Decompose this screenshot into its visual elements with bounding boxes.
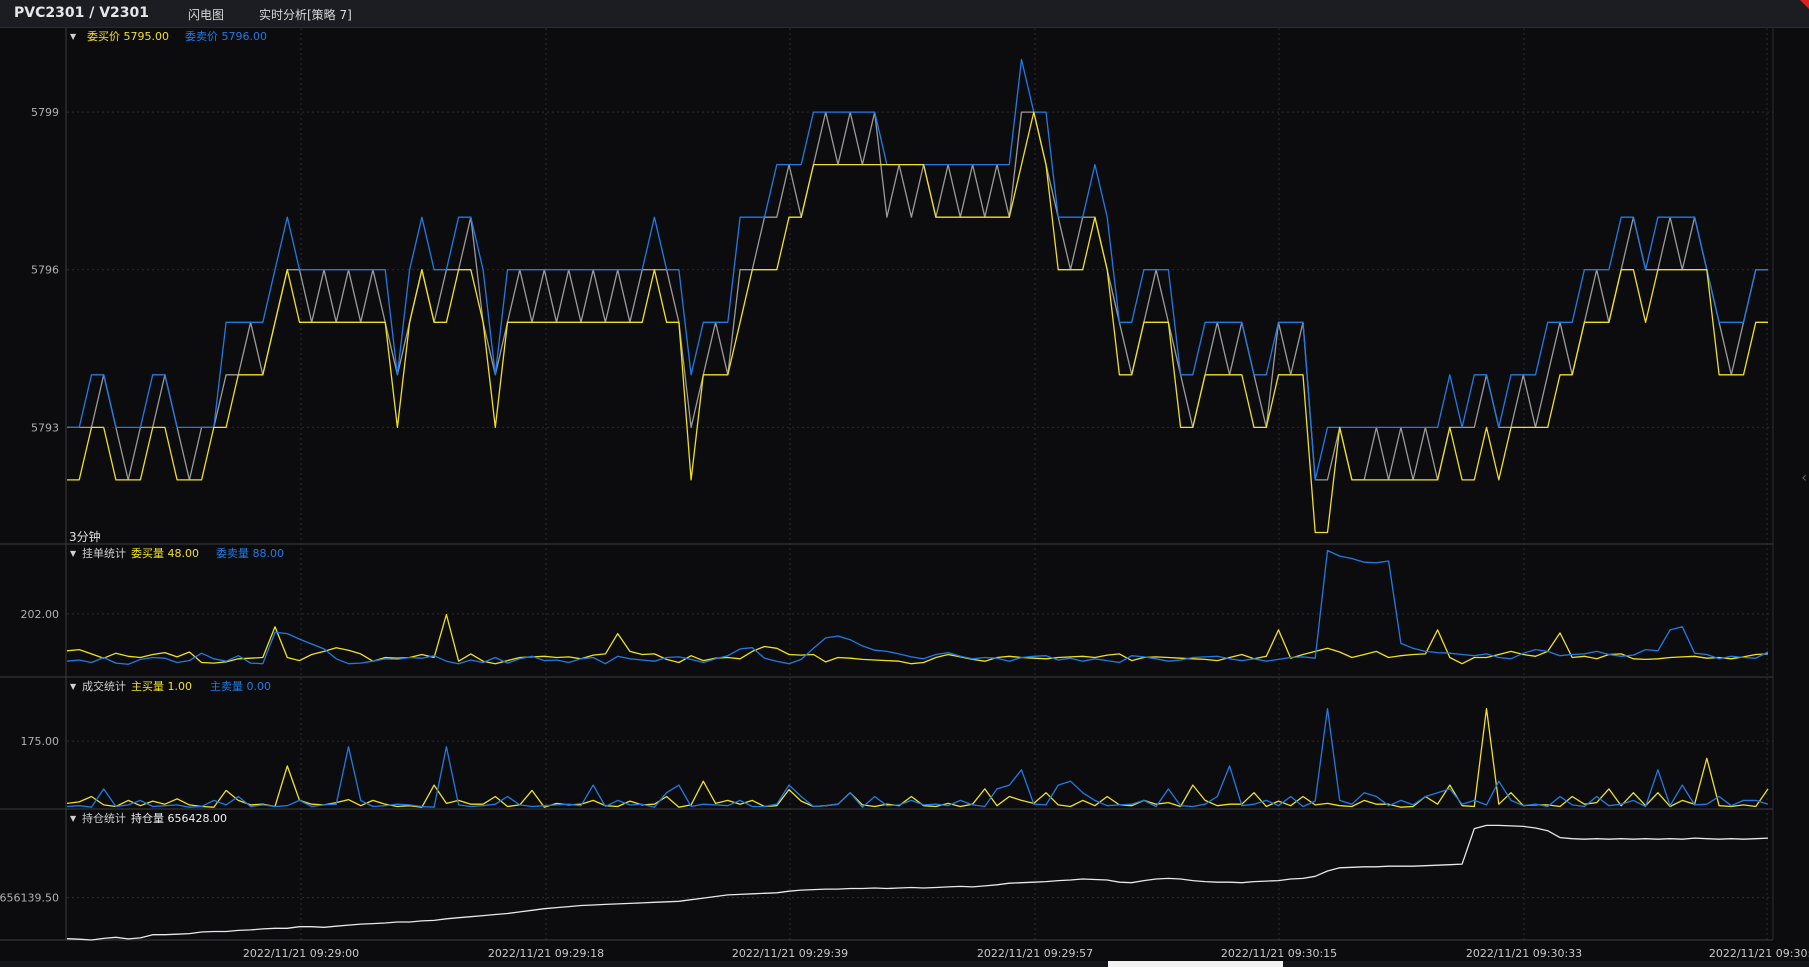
x-tick-label: 2022/11/21 09:29:18: [488, 947, 604, 960]
period-label: 3分钟: [69, 529, 101, 544]
x-tick-label: 2022/11/21 09:30:52: [1709, 947, 1809, 960]
y-tick-label: 656139.50: [0, 892, 59, 905]
legend-collapse-icon: ▼: [70, 814, 77, 823]
x-tick-label: 2022/11/21 09:30:15: [1221, 947, 1337, 960]
tab-flash-chart[interactable]: 闪电图: [188, 6, 224, 23]
y-tick-label: 5796: [31, 264, 59, 277]
top-bar: PVC2301 / V2301 闪电图 实时分析[策略 7]: [0, 0, 1809, 28]
tab-realtime-analysis[interactable]: 实时分析[策略 7]: [259, 6, 352, 23]
series-line-price-2: [67, 111, 1768, 534]
legend-collapse-icon: ▼: [70, 549, 77, 558]
legend-value-label: 持仓量 656428.00: [131, 811, 227, 825]
series-line-price-0: [67, 111, 1768, 481]
series-line-orders-0: [66, 613, 1769, 665]
series-line-trades-1: [66, 707, 1769, 808]
series-line-trades-0: [66, 707, 1769, 808]
y-tick-label: 202.00: [21, 608, 60, 621]
x-tick-label: 2022/11/21 09:29:00: [243, 947, 359, 960]
legend-title: 成交统计: [82, 679, 126, 693]
legend-collapse-icon: ▼: [70, 32, 77, 41]
legend-bid-price: 委买价 5795.00: [87, 30, 169, 43]
legend-title: 挂单统计: [82, 546, 126, 560]
legend-label-a: 委买量 48.00: [131, 547, 199, 560]
legend-ask-price: 委卖价 5796.00: [185, 30, 267, 43]
x-tick-label: 2022/11/21 09:30:33: [1466, 947, 1582, 960]
legend-label-a: 主买量 1.00: [131, 680, 192, 693]
legend-title: 持仓统计: [82, 811, 126, 825]
series-line-orders-1: [66, 549, 1769, 665]
scrollbar-thumb[interactable]: [1108, 961, 1283, 967]
x-tick-label: 2022/11/21 09:29:57: [977, 947, 1093, 960]
legend-label-b: 主卖量 0.00: [210, 680, 271, 693]
y-tick-label: 175.00: [21, 735, 60, 748]
legend-label-b: 委卖量 88.00: [216, 547, 284, 560]
horizontal-scrollbar[interactable]: [0, 961, 1809, 967]
chart-area[interactable]: 2022/11/21 09:29:00 2022/11/21 09:29:18 20…: [0, 28, 1809, 961]
legend-collapse-icon: ▼: [70, 682, 77, 691]
series-line-oi-0: [66, 824, 1769, 941]
symbol-title: PVC2301 / V2301: [14, 5, 149, 21]
x-tick-label: 2022/11/21 09:29:39: [732, 947, 848, 960]
y-tick-label: 5799: [31, 106, 59, 119]
corner-marker-icon: [1800, 0, 1809, 9]
y-tick-label: 5793: [31, 421, 59, 434]
